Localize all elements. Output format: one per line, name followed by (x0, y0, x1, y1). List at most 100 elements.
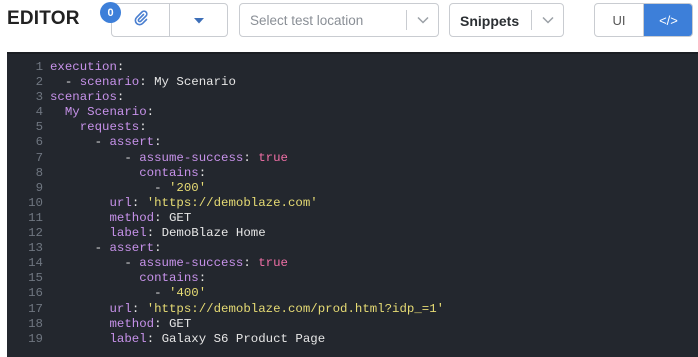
code-line: 18 method: GET (7, 317, 444, 332)
code-line: 16 - '400' (7, 286, 444, 301)
list-dash: - (154, 180, 169, 195)
list-dash: - (94, 241, 110, 256)
attach-button[interactable] (112, 4, 170, 36)
yaml-colon: : (131, 301, 147, 316)
code-lines: 1 execution: 2 - scenario: My Scenario 3 sce… (7, 60, 444, 347)
yaml-colon: : (116, 90, 125, 105)
line-number: 4 (35, 105, 43, 120)
yaml-key: scenarios (50, 90, 117, 105)
line-number: 13 (28, 241, 43, 256)
yaml-key: method (109, 210, 155, 225)
line-number: 10 (28, 195, 43, 210)
yaml-key: url (109, 195, 132, 210)
yaml-colon: : (146, 226, 162, 241)
yaml-colon: : (146, 105, 155, 120)
code-line: 11 method: GET (7, 211, 444, 226)
line-number: 18 (28, 316, 43, 331)
test-location-placeholder: Select test location (250, 13, 364, 28)
yaml-value: 'https://demoblaze.com' (146, 195, 318, 210)
yaml-key: label (109, 226, 147, 241)
code-line: 17 url: 'https://demoblaze.com/prod.html… (7, 302, 444, 317)
attachments-count-badge: 0 (100, 2, 121, 23)
divider (531, 10, 532, 30)
code-line: 7 - assume-success: true (7, 151, 444, 166)
code-line: 10 url: 'https://demoblaze.com' (7, 196, 444, 211)
test-location-select[interactable]: Select test location (239, 3, 439, 37)
yaml-key: method (109, 316, 155, 331)
divider (406, 10, 407, 30)
yaml-colon: : (154, 210, 169, 225)
attachments-button-group (111, 3, 228, 37)
line-number: 3 (35, 90, 43, 105)
page-title: EDITOR (7, 8, 80, 29)
yaml-colon: : (243, 150, 259, 165)
attach-dropdown-toggle[interactable] (170, 4, 227, 36)
yaml-key: label (109, 331, 147, 346)
yaml-value: '200' (168, 180, 207, 195)
list-dash: - (124, 150, 140, 165)
yaml-key: contains (139, 271, 199, 286)
code-line: 19 label: Galaxy S6 Product Page (7, 332, 444, 347)
yaml-key: assume-success (139, 256, 244, 271)
line-number: 7 (35, 150, 43, 165)
line-number: 8 (35, 165, 43, 180)
line-number: 17 (28, 301, 43, 316)
yaml-colon: : (198, 165, 207, 180)
code-line: 1 execution: (7, 60, 444, 75)
code-line: 5 requests: (7, 120, 444, 135)
yaml-colon: : (198, 271, 207, 286)
line-number: 9 (35, 180, 43, 195)
yaml-colon: : (154, 135, 162, 150)
yaml-key: assert (109, 135, 155, 150)
line-number: 19 (28, 331, 43, 346)
code-line: 4 My Scenario: (7, 105, 444, 120)
code-editor[interactable]: 1 execution: 2 - scenario: My Scenario 3 sce… (7, 52, 698, 357)
yaml-value: GET (169, 316, 192, 331)
line-number: 6 (35, 135, 43, 150)
line-number: 14 (28, 256, 43, 271)
snippets-select[interactable]: Snippets (449, 3, 564, 37)
ui-view-button[interactable]: UI (595, 4, 644, 36)
list-dash: - (154, 286, 169, 301)
code-line: 2 - scenario: My Scenario (7, 75, 444, 90)
chevron-down-icon[interactable] (537, 11, 559, 29)
yaml-value: '400' (168, 286, 207, 301)
yaml-colon: : (243, 256, 259, 271)
yaml-value: true (258, 256, 288, 271)
list-dash: - (94, 135, 110, 150)
line-number: 2 (35, 75, 43, 90)
line-number: 5 (35, 120, 43, 135)
code-line: 9 - '200' (7, 181, 444, 196)
yaml-key: scenario (79, 75, 140, 90)
snippets-label: Snippets (460, 13, 520, 29)
code-line: 15 contains: (7, 271, 444, 286)
code-line: 13 - assert: (7, 241, 444, 256)
yaml-key: url (109, 301, 132, 316)
yaml-colon: : (131, 195, 147, 210)
code-view-button[interactable]: </> (644, 4, 692, 36)
chevron-down-icon[interactable] (412, 11, 434, 29)
line-number: 12 (28, 226, 43, 241)
line-number: 15 (28, 271, 43, 286)
yaml-key: My Scenario (64, 105, 147, 120)
yaml-value: true (258, 150, 288, 165)
editor-toolbar: EDITOR 0 Select test location Snippets U… (0, 0, 698, 52)
yaml-key: assume-success (139, 150, 244, 165)
line-number: 11 (28, 210, 43, 225)
line-number: 16 (28, 286, 43, 301)
code-line: 12 label: DemoBlaze Home (7, 226, 444, 241)
